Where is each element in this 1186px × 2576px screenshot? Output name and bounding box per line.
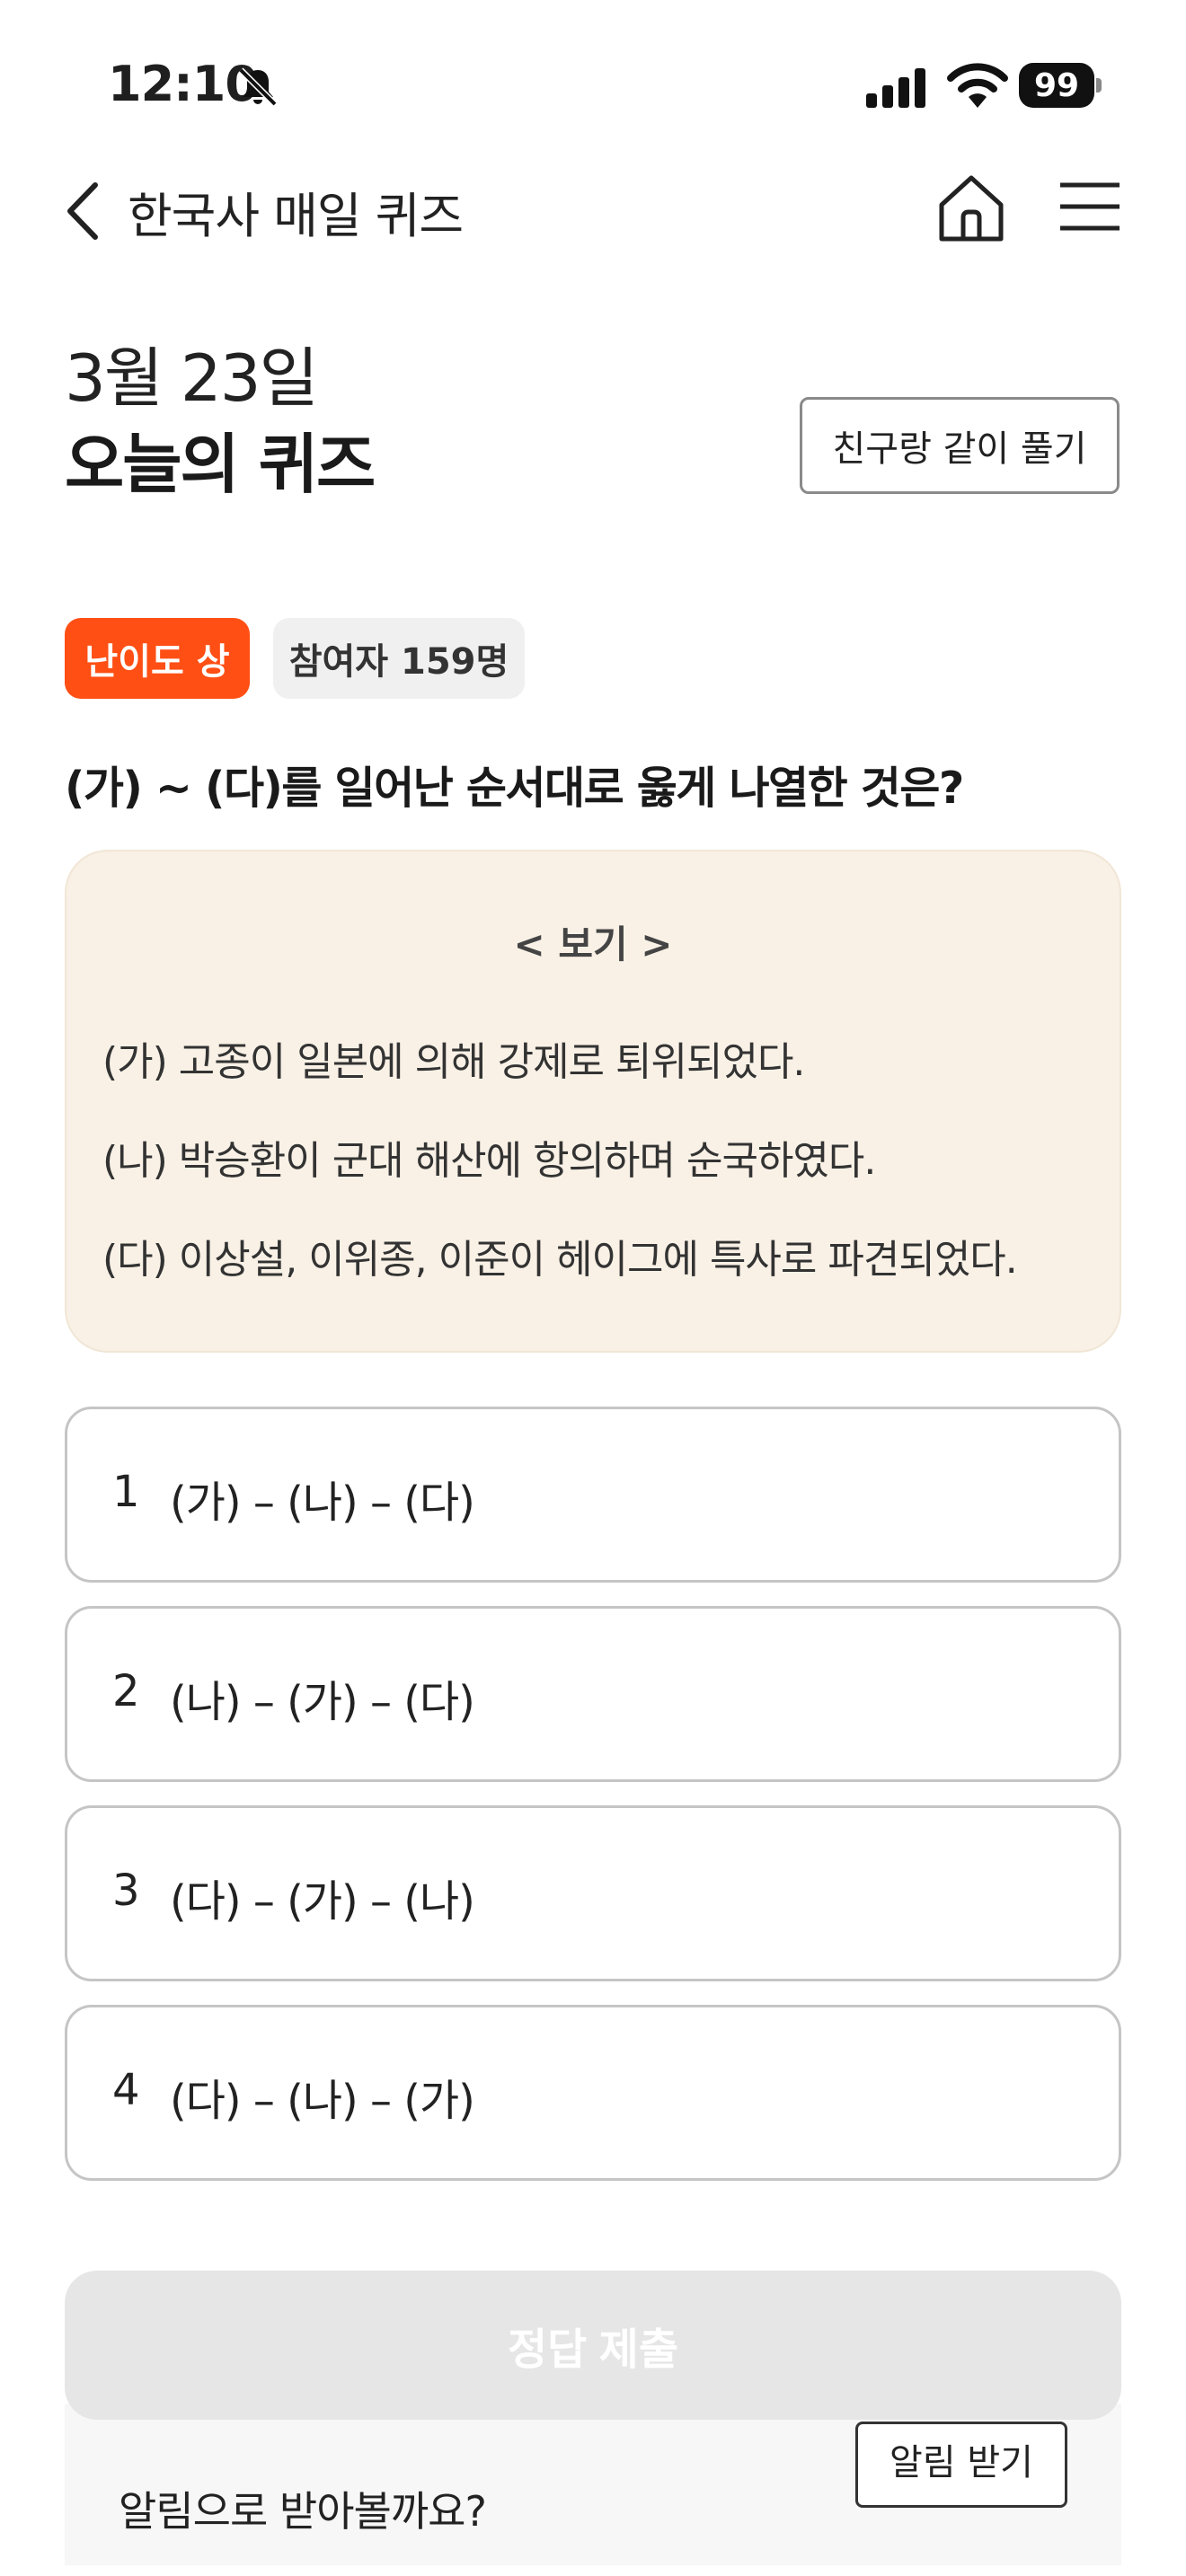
answer-option-1[interactable]: 1 (가) – (나) – (다) xyxy=(65,1407,1121,1583)
battery-indicator: 99 xyxy=(1019,63,1102,108)
cellular-signal-icon xyxy=(866,68,925,108)
battery-level: 99 xyxy=(1019,63,1094,108)
banner-text: 알림으로 받아볼까요? xyxy=(119,2487,487,2536)
option-number: 3 xyxy=(112,1866,140,1916)
submit-answer-button[interactable]: 정답 제출 xyxy=(65,2271,1121,2420)
notification-banner: 알림으로 받아볼까요? 알림 받기 xyxy=(65,2404,1121,2565)
example-heading: < 보기 > xyxy=(513,922,673,966)
nav-title: 한국사 매일 퀴즈 xyxy=(128,188,464,244)
option-number: 4 xyxy=(112,2065,140,2115)
option-text: (다) – (나) – (가) xyxy=(170,2076,475,2126)
menu-icon[interactable] xyxy=(1058,180,1121,234)
answer-option-4[interactable]: 4 (다) – (나) – (가) xyxy=(65,2005,1121,2181)
quiz-date: 3월 23일 xyxy=(65,340,319,416)
participants-badge: 참여자 159명 xyxy=(273,618,525,699)
answer-option-2[interactable]: 2 (나) – (가) – (다) xyxy=(65,1606,1121,1782)
solve-with-friend-button[interactable]: 친구랑 같이 풀기 xyxy=(800,397,1120,494)
bell-muted-icon xyxy=(238,67,278,107)
notification-subscribe-button[interactable]: 알림 받기 xyxy=(855,2422,1067,2508)
page-title: 오늘의 퀴즈 xyxy=(65,427,376,502)
difficulty-badge: 난이도 상 xyxy=(65,618,250,699)
example-box: < 보기 > (가) 고종이 일본에 의해 강제로 퇴위되었다. (나) 박승환… xyxy=(65,850,1121,1353)
example-item: (가) 고종이 일본에 의해 강제로 퇴위되었다. xyxy=(102,1039,805,1085)
answer-option-3[interactable]: 3 (다) – (가) – (나) xyxy=(65,1805,1121,1981)
wifi-icon xyxy=(947,63,1008,108)
question-text: (가) ~ (다)를 일어난 순서대로 옳게 나열한 것은? xyxy=(65,763,964,814)
option-text: (나) – (가) – (다) xyxy=(170,1677,475,1727)
example-item: (다) 이상설, 이위종, 이준이 헤이그에 특사로 파견되었다. xyxy=(102,1237,1018,1283)
option-text: (가) – (나) – (다) xyxy=(170,1478,475,1528)
option-text: (다) – (가) – (나) xyxy=(170,1876,475,1927)
option-number: 2 xyxy=(112,1666,140,1716)
example-item: (나) 박승환이 군대 해산에 항의하며 순국하였다. xyxy=(102,1138,876,1184)
back-arrow-icon[interactable] xyxy=(61,180,106,243)
home-icon[interactable] xyxy=(934,171,1008,244)
option-number: 1 xyxy=(112,1467,140,1517)
